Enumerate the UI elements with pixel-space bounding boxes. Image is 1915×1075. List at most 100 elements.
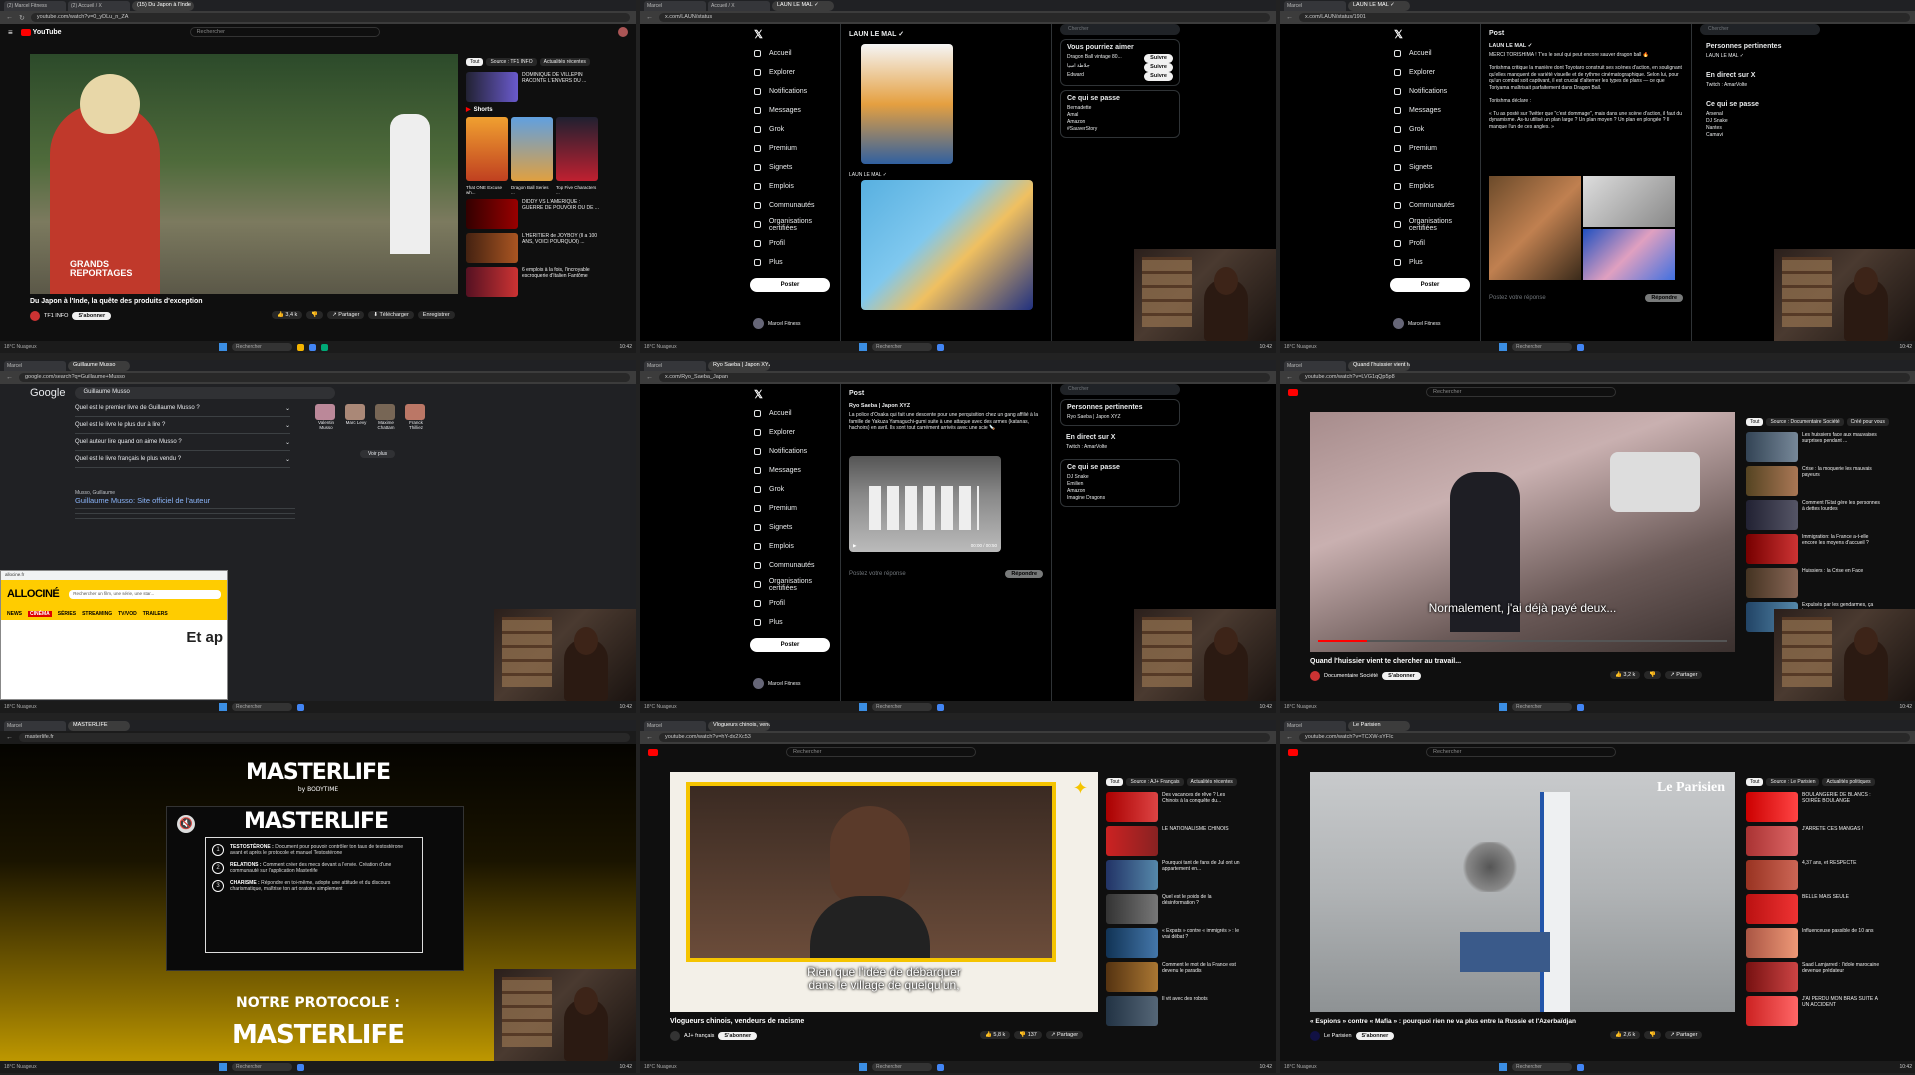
channel-name[interactable]: Le Parisien: [1324, 1033, 1352, 1039]
follow-button[interactable]: Suivre: [1144, 63, 1173, 72]
weather-widget[interactable]: 18°C Nuageux: [1284, 704, 1324, 710]
trend-item[interactable]: Amal: [1067, 112, 1173, 119]
rec-item[interactable]: BELLE MAIS SEULE: [1746, 894, 1882, 924]
chrome-icon[interactable]: [937, 703, 944, 711]
weather-widget[interactable]: 18°C Nuageux: [4, 704, 44, 710]
rec-item[interactable]: Huissiers : la Crise en Face: [1746, 568, 1882, 598]
author-card[interactable]: Marc Levy: [345, 404, 367, 430]
browser-tab[interactable]: Marcel: [4, 721, 66, 731]
nav-communities[interactable]: Communautés: [750, 556, 840, 575]
windows-start-icon[interactable]: [219, 1063, 227, 1071]
search-input[interactable]: Chercher: [1700, 24, 1820, 35]
search-input[interactable]: Rechercher: [189, 27, 380, 37]
taskbar-search[interactable]: Rechercher: [232, 343, 292, 351]
post-image-goku[interactable]: [861, 44, 953, 164]
author-card[interactable]: Maxime Chattam: [375, 404, 397, 430]
nav-bookmarks[interactable]: Signets: [1390, 158, 1480, 177]
chip[interactable]: Actualités récentes: [539, 58, 590, 66]
trend-item[interactable]: DJ Snake: [1067, 474, 1173, 481]
url-field[interactable]: youtube.com/watch?v=hY-dx2Xc53: [659, 733, 1270, 742]
author-card[interactable]: Valentin Musso: [315, 404, 337, 430]
youtube-logo[interactable]: [1288, 748, 1298, 756]
rec-item[interactable]: 4,37 ans, et RESPECTE: [1746, 860, 1882, 890]
trend-item[interactable]: Imagine Dragons: [1067, 495, 1173, 502]
rec-item[interactable]: DIDDY VS L'AMERIQUE : GUERRE DE POUVOIR …: [466, 199, 602, 229]
taskbar-search[interactable]: Rechercher: [1512, 703, 1572, 711]
url-field[interactable]: google.com/search?q=Guillaume+Musso: [19, 373, 630, 382]
nav-home[interactable]: Accueil: [750, 404, 840, 423]
suggest-row[interactable]: جلاطة اسيا Suivre: [1067, 63, 1173, 72]
rec-item[interactable]: LE NATIONALISME CHINOIS: [1106, 826, 1242, 856]
menu-icon[interactable]: ≡: [8, 28, 13, 37]
search-input[interactable]: Rechercher: [1426, 387, 1616, 397]
taskbar-search[interactable]: Rechercher: [872, 1063, 932, 1071]
nav-messages[interactable]: Messages: [1390, 101, 1480, 120]
trend-item[interactable]: Amazon: [1067, 488, 1173, 495]
chrome-icon[interactable]: [937, 343, 944, 351]
trend-item[interactable]: #SauverStory: [1067, 126, 1173, 133]
avatar[interactable]: [618, 27, 628, 37]
video-player[interactable]: ✦ Rien que l'idée de débarquer dans le v…: [670, 772, 1098, 1012]
share-button[interactable]: ↗ Partager: [1665, 1031, 1703, 1039]
url-field[interactable]: masterlife.fr: [19, 733, 630, 742]
short-thumb[interactable]: [556, 117, 598, 181]
menu-item[interactable]: TV/VOD: [118, 611, 137, 617]
channel-name[interactable]: AJ+ français: [684, 1033, 714, 1039]
rec-item[interactable]: Comment l'État gère les personnes à dett…: [1746, 500, 1882, 530]
browser-tab[interactable]: Marcel: [644, 361, 706, 371]
reply-input[interactable]: Postez votre réponse: [849, 571, 906, 577]
like-button[interactable]: 👍 3,2 k: [1610, 671, 1641, 679]
browser-tab-active[interactable]: Quand l'huissier vient te chercher au tr…: [1348, 361, 1410, 371]
reply-input[interactable]: Postez votre réponse: [1489, 295, 1546, 301]
chip[interactable]: Source : AJ+ Français: [1126, 778, 1184, 786]
search-input[interactable]: Rechercher: [1426, 747, 1616, 757]
reply-button[interactable]: Répondre: [1005, 570, 1043, 578]
search-input[interactable]: Guillaume Musso: [75, 387, 336, 399]
rec-item[interactable]: L'HÉRITIER de JOYBOY (Il a 100 ANS, VOIC…: [466, 233, 602, 263]
browser-tab-active[interactable]: LAUN LE MAL ✓: [1348, 1, 1410, 11]
channel-name[interactable]: TF1 INFO: [44, 313, 68, 319]
chrome-icon[interactable]: [297, 703, 304, 711]
rec-item[interactable]: DOMINIQUE DE VILLEPIN RACONTE L'ENVERS D…: [466, 72, 602, 102]
rec-item[interactable]: BOULANGERIE DE BLANCS : SOIRÉE BOULANGE: [1746, 792, 1882, 822]
rec-item[interactable]: J'ARRÊTE CES MANGAS !: [1746, 826, 1882, 856]
account-switcher[interactable]: Marcel Fitness: [753, 678, 801, 689]
nav-messages[interactable]: Messages: [750, 461, 840, 480]
nav-home[interactable]: Accueil: [1390, 44, 1480, 63]
windows-start-icon[interactable]: [1499, 343, 1507, 351]
paa-item[interactable]: Quel est le premier livre de Guillaume M…: [75, 400, 290, 417]
chip[interactable]: Source : Documentaire Société: [1766, 418, 1844, 426]
channel-name[interactable]: Documentaire Société: [1324, 673, 1378, 679]
back-icon[interactable]: ←: [6, 14, 13, 21]
post-video[interactable]: ▶ 00:00 / 00:50: [849, 456, 1001, 552]
like-button[interactable]: 👍 2,6 k: [1610, 1031, 1641, 1039]
taskbar-search[interactable]: Rechercher: [232, 1063, 292, 1071]
nav-orgs[interactable]: Organisations certifiées: [750, 215, 840, 234]
browser-tab-active[interactable]: (15) Du Japon à l'Inde: [132, 1, 194, 11]
dislike-button[interactable]: 👎: [306, 311, 324, 319]
windows-start-icon[interactable]: [859, 703, 867, 711]
rec-item[interactable]: Immigration: la France a-t-elle encore l…: [1746, 534, 1882, 564]
nav-explore[interactable]: Explorer: [750, 423, 840, 442]
channel-avatar[interactable]: [1310, 1031, 1320, 1041]
folder-icon[interactable]: [297, 343, 304, 351]
nav-explore[interactable]: Explorer: [750, 63, 840, 82]
rec-item[interactable]: Crise : la moquerie les mauvais payeurs: [1746, 466, 1882, 496]
youtube-logo[interactable]: YouTube: [20, 28, 62, 36]
browser-tab[interactable]: Marcel: [1284, 721, 1346, 731]
windows-start-icon[interactable]: [219, 703, 227, 711]
nav-orgs[interactable]: Organisations certifiées: [750, 575, 840, 594]
paa-item[interactable]: Quel auteur lire quand on aime Musso ? ⌄: [75, 434, 290, 451]
chrome-icon[interactable]: [937, 1063, 944, 1071]
trend-item[interactable]: Arsenal: [1706, 111, 1814, 118]
taskbar-search[interactable]: Rechercher: [1512, 343, 1572, 351]
chrome-icon[interactable]: [297, 1063, 304, 1071]
subscribe-button[interactable]: S'abonner: [718, 1032, 758, 1040]
search-input[interactable]: Chercher: [1060, 24, 1180, 35]
menu-item[interactable]: CINÉMA: [28, 611, 52, 617]
trend-item[interactable]: Bernadette: [1067, 105, 1173, 112]
nav-messages[interactable]: Messages: [750, 101, 840, 120]
chrome-icon[interactable]: [1577, 343, 1584, 351]
x-logo[interactable]: 𝕏: [750, 28, 840, 44]
chip[interactable]: Source : Le Parisien: [1766, 778, 1820, 786]
